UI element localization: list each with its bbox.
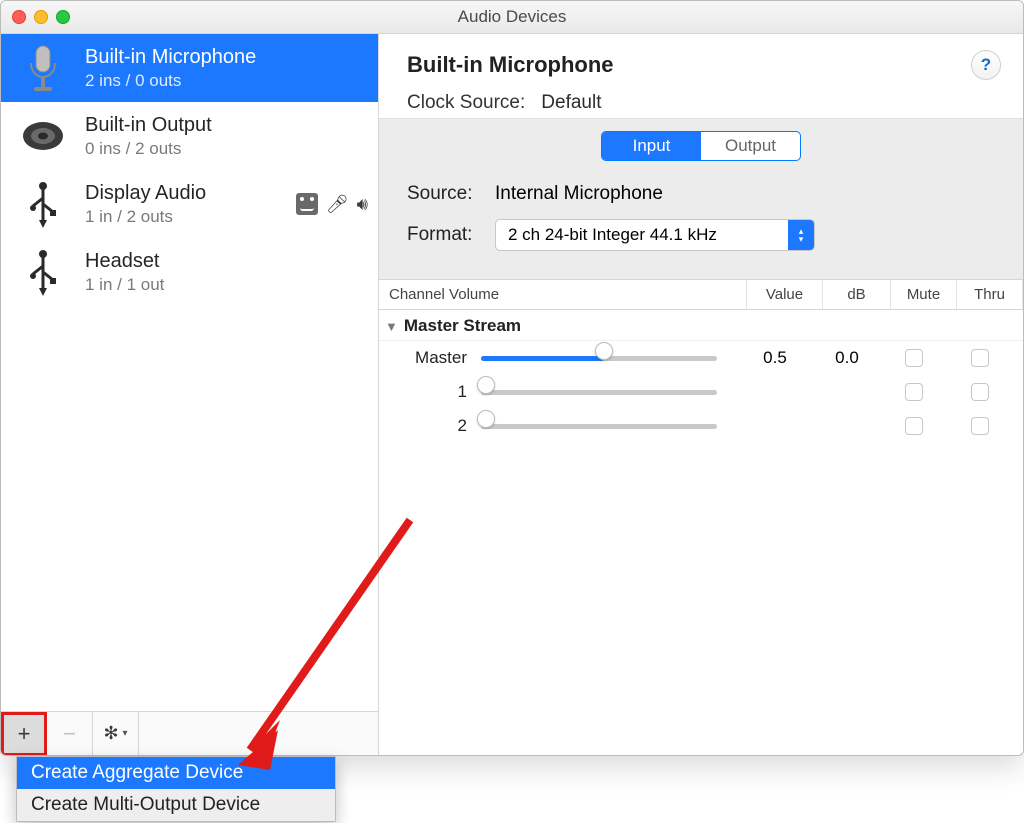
clock-source-value: Default	[541, 92, 601, 114]
device-name: Headset	[85, 249, 368, 273]
mute-checkbox[interactable]	[905, 417, 923, 435]
tab-output[interactable]: Output	[701, 132, 800, 160]
col-channel[interactable]: Channel Volume	[379, 280, 747, 309]
gear-icon: ✻	[103, 723, 118, 744]
io-tabs: Input Output	[601, 131, 801, 161]
remove-device-button[interactable]: −	[47, 712, 93, 756]
device-item-built-in-output[interactable]: Built-in Output 0 ins / 2 outs	[1, 102, 378, 170]
mute-checkbox[interactable]	[905, 383, 923, 401]
usb-icon	[15, 176, 71, 232]
volume-row-1: 1	[379, 375, 1023, 409]
device-name: Built-in Microphone	[85, 45, 368, 69]
detail-pane: Built-in Microphone ? Clock Source: Defa…	[379, 34, 1023, 755]
thru-checkbox[interactable]	[971, 349, 989, 367]
mic-glyph-icon: 🎤︎	[326, 194, 349, 215]
col-db[interactable]: dB	[823, 280, 891, 309]
channel-label: 1	[379, 382, 481, 402]
volume-slider-1[interactable]	[481, 383, 737, 401]
device-item-display-audio[interactable]: Display Audio 1 in / 2 outs 🎤︎ 🔊︎	[1, 170, 378, 238]
source-label: Source:	[407, 183, 495, 205]
format-label: Format:	[407, 224, 495, 246]
col-value[interactable]: Value	[747, 280, 823, 309]
volume-value: 0.5	[737, 348, 813, 368]
format-value: 2 ch 24-bit Integer 44.1 kHz	[508, 225, 717, 245]
tab-input[interactable]: Input	[602, 132, 701, 160]
clock-source-label: Clock Source:	[407, 92, 525, 114]
zoom-window-button[interactable]	[56, 10, 70, 24]
volume-slider-master[interactable]	[481, 349, 737, 367]
device-sidebar: Built-in Microphone 2 ins / 0 outs Built…	[1, 34, 379, 755]
microphone-icon	[15, 40, 71, 96]
window-traffic-lights	[12, 10, 70, 24]
window-title: Audio Devices	[458, 7, 567, 27]
device-io-summary: 1 in / 1 out	[85, 275, 368, 295]
thru-checkbox[interactable]	[971, 383, 989, 401]
device-item-headset[interactable]: Headset 1 in / 1 out	[1, 238, 378, 306]
add-device-button[interactable]: +	[1, 712, 47, 756]
volume-row-2: 2	[379, 409, 1023, 443]
channel-label: Master	[379, 348, 481, 368]
select-arrows-icon	[788, 220, 814, 250]
master-stream-row[interactable]: ▼ Master Stream	[379, 310, 1023, 341]
device-list: Built-in Microphone 2 ins / 0 outs Built…	[1, 34, 378, 711]
device-io-summary: 2 ins / 0 outs	[85, 71, 368, 91]
device-name: Built-in Output	[85, 113, 368, 137]
sound-glyph-icon: 🔊︎	[357, 194, 368, 215]
menu-item-create-multi-output[interactable]: Create Multi-Output Device	[17, 789, 335, 821]
channel-label: 2	[379, 416, 481, 436]
col-mute[interactable]: Mute	[891, 280, 957, 309]
source-value: Internal Microphone	[495, 183, 663, 205]
sidebar-toolbar: + − ✻	[1, 711, 378, 755]
window-body: Built-in Microphone 2 ins / 0 outs Built…	[1, 34, 1023, 755]
thru-checkbox[interactable]	[971, 417, 989, 435]
col-thru[interactable]: Thru	[957, 280, 1023, 309]
device-io-summary: 0 ins / 2 outs	[85, 139, 368, 159]
usb-icon	[15, 244, 71, 300]
device-item-built-in-microphone[interactable]: Built-in Microphone 2 ins / 0 outs	[1, 34, 378, 102]
format-select[interactable]: 2 ch 24-bit Integer 44.1 kHz	[495, 219, 815, 251]
io-section: Input Output Source: Internal Microphone…	[379, 118, 1023, 280]
device-io-summary: 1 in / 2 outs	[85, 207, 282, 227]
speaker-icon	[15, 108, 71, 164]
device-name: Display Audio	[85, 181, 282, 205]
titlebar[interactable]: Audio Devices	[1, 1, 1023, 34]
audio-devices-window: Audio Devices Built-in Microphone	[0, 0, 1024, 756]
help-button[interactable]: ?	[971, 50, 1001, 80]
master-stream-label: Master Stream	[404, 316, 521, 336]
minimize-window-button[interactable]	[34, 10, 48, 24]
volume-row-master: Master 0.5 0.0	[379, 341, 1023, 375]
finder-icon	[296, 193, 318, 215]
mute-checkbox[interactable]	[905, 349, 923, 367]
close-window-button[interactable]	[12, 10, 26, 24]
add-device-menu: Create Aggregate Device Create Multi-Out…	[16, 756, 336, 822]
menu-item-create-aggregate[interactable]: Create Aggregate Device	[17, 757, 335, 789]
device-status-icons: 🎤︎ 🔊︎	[296, 193, 368, 215]
disclosure-triangle-icon[interactable]: ▼	[385, 319, 398, 334]
actions-menu-button[interactable]: ✻	[93, 712, 139, 756]
volume-db: 0.0	[813, 348, 881, 368]
volume-table-header: Channel Volume Value dB Mute Thru	[379, 280, 1023, 310]
detail-title: Built-in Microphone	[407, 52, 999, 78]
volume-slider-2[interactable]	[481, 417, 737, 435]
